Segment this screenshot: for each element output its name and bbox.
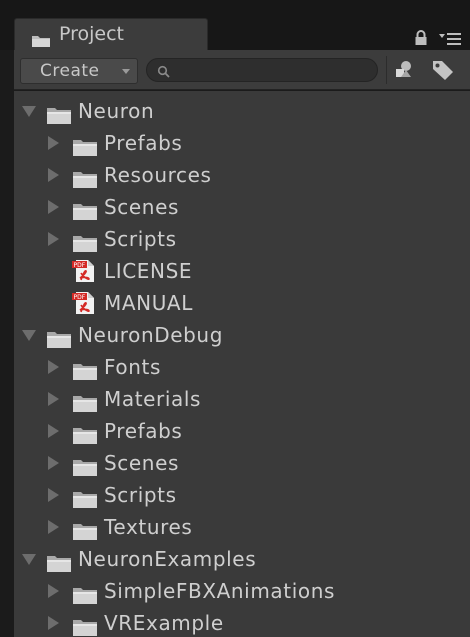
tree-item-label: Scripts (104, 483, 177, 507)
folder-item[interactable]: Materials (14, 383, 470, 415)
filter-by-label-button[interactable] (424, 56, 460, 84)
collapse-arrow-icon[interactable] (48, 424, 59, 438)
chevron-down-icon (122, 69, 130, 74)
folder-item[interactable]: Prefabs (14, 415, 470, 447)
tree-item-label: NeuronDebug (78, 323, 224, 347)
folder-item[interactable]: Textures (14, 511, 470, 543)
folder-icon (72, 454, 98, 476)
pdf-file-icon: PDF (72, 290, 96, 316)
collapse-arrow-icon[interactable] (48, 168, 59, 182)
tree-item-label: NeuronExamples (78, 547, 257, 571)
collapse-arrow-icon[interactable] (48, 616, 59, 630)
folder-item[interactable]: Scripts (14, 479, 470, 511)
create-button-label: Create (40, 61, 100, 81)
expand-arrow-icon[interactable] (22, 330, 36, 341)
collapse-arrow-icon[interactable] (48, 232, 59, 246)
tree-item-label: SimpleFBXAnimations (104, 579, 335, 603)
collapse-arrow-icon[interactable] (48, 584, 59, 598)
folder-item[interactable]: NeuronDebug (14, 319, 470, 351)
expand-arrow-icon[interactable] (22, 554, 36, 565)
folder-item[interactable]: Scenes (14, 447, 470, 479)
tree-item-label: Neuron (78, 99, 155, 123)
file-item[interactable]: PDF MANUAL (14, 287, 470, 319)
folder-icon (72, 390, 98, 412)
tree-item-label: Scenes (104, 451, 179, 475)
project-tree: Neuron Prefabs Resources Scenes Scripts PDF LI… (14, 91, 470, 637)
folder-item[interactable]: Resources (14, 159, 470, 191)
svg-text:PDF: PDF (74, 262, 86, 269)
folder-icon (72, 134, 98, 156)
collapse-arrow-icon[interactable] (48, 392, 59, 406)
svg-text:PDF: PDF (74, 294, 86, 301)
filter-by-label-icon (433, 61, 453, 80)
menu-icon[interactable] (438, 30, 462, 50)
collapse-arrow-icon[interactable] (48, 200, 59, 214)
search-input[interactable] (173, 61, 373, 81)
folder-icon (72, 518, 98, 540)
folder-icon (72, 486, 98, 508)
folder-icon (72, 230, 98, 252)
tree-item-label: Scripts (104, 227, 177, 251)
tree-item-label: Prefabs (104, 131, 183, 155)
search-field[interactable] (146, 58, 378, 82)
filter-by-type-button[interactable] (386, 56, 420, 84)
tab-project[interactable]: Project (14, 18, 208, 50)
tree-item-label: MANUAL (104, 291, 193, 315)
tree-item-label: Prefabs (104, 419, 183, 443)
folder-icon (72, 198, 98, 220)
filter-by-type-icon (396, 61, 411, 77)
toolbar: Create (14, 50, 470, 90)
folder-icon (46, 326, 72, 348)
pdf-file-icon: PDF (72, 258, 96, 284)
expand-arrow-icon[interactable] (22, 106, 36, 117)
folder-item[interactable]: NeuronExamples (14, 543, 470, 575)
collapse-arrow-icon[interactable] (48, 488, 59, 502)
lock-icon[interactable] (414, 30, 428, 50)
folder-icon (72, 614, 98, 636)
tree-item-label: VRExample (104, 611, 224, 635)
folder-icon (72, 422, 98, 444)
folder-icon (72, 358, 98, 380)
collapse-arrow-icon[interactable] (48, 456, 59, 470)
folder-icon (46, 550, 72, 572)
collapse-arrow-icon[interactable] (48, 520, 59, 534)
tab-project-label: Project (59, 23, 125, 45)
collapse-arrow-icon[interactable] (48, 360, 59, 374)
tree-item-label: Resources (104, 163, 212, 187)
folder-item[interactable]: Scripts (14, 223, 470, 255)
folder-item[interactable]: Neuron (14, 95, 470, 127)
tree-item-label: Fonts (104, 355, 161, 379)
folder-item[interactable]: VRExample (14, 607, 470, 637)
folder-item[interactable]: Scenes (14, 191, 470, 223)
file-item[interactable]: PDF LICENSE (14, 255, 470, 287)
tree-item-label: LICENSE (104, 259, 193, 283)
collapse-arrow-icon[interactable] (48, 136, 59, 150)
search-icon (157, 64, 171, 83)
folder-icon (46, 102, 72, 124)
project-window: Project Create Neuron Prefabs Resources … (0, 0, 470, 637)
tree-item-label: Scenes (104, 195, 179, 219)
folder-icon (72, 582, 98, 604)
tab-bar: Project (0, 0, 470, 50)
create-button[interactable]: Create (20, 58, 138, 84)
folder-item[interactable]: Fonts (14, 351, 470, 383)
folder-item[interactable]: Prefabs (14, 127, 470, 159)
folder-icon (72, 166, 98, 188)
folder-item[interactable]: SimpleFBXAnimations (14, 575, 470, 607)
tree-item-label: Textures (104, 515, 193, 539)
tree-item-label: Materials (104, 387, 202, 411)
